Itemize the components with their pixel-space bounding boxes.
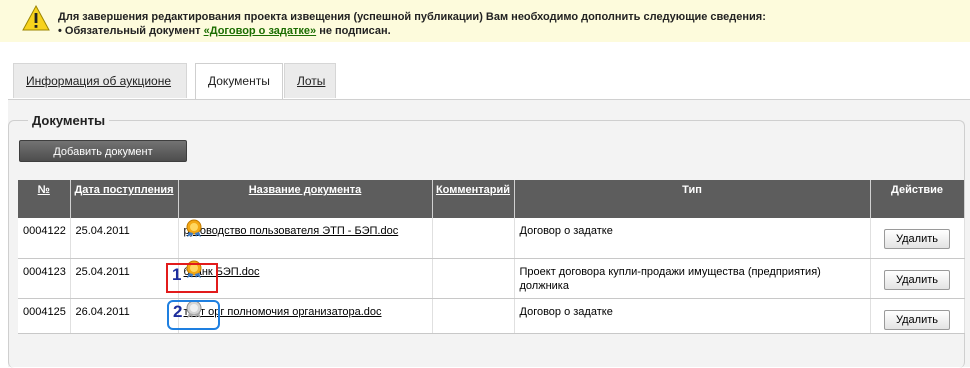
header-comment[interactable]: Комментарий <box>432 180 515 218</box>
cell-num: 0004122 <box>18 218 71 259</box>
cell-num: 0004123 <box>18 258 71 299</box>
table-row: 0004123 25.04.2011 бланк БЭП.doc Проект … <box>18 258 965 299</box>
warning-line-2: • Обязательный документ «Договор о задат… <box>58 24 766 38</box>
cell-type: Договор о задатке <box>514 218 871 259</box>
tab-auction-info[interactable]: Информация об аукционе <box>13 63 187 98</box>
cell-type: Договор о задатке <box>514 298 871 334</box>
warning-suffix: не подписан. <box>316 25 391 37</box>
cell-type: Проект договора купли-продажи имущества … <box>514 258 871 299</box>
header-name[interactable]: Название документа <box>178 180 433 218</box>
cell-name: руководство пользователя ЭТП - БЭП.doc <box>178 218 433 259</box>
add-document-button[interactable]: Добавить документ <box>19 140 187 162</box>
table-header-row: № Дата поступления Название документа Ко… <box>18 180 965 218</box>
tab-documents[interactable]: Документы <box>195 63 283 101</box>
cell-date: 25.04.2011 <box>70 218 179 259</box>
cell-num: 0004125 <box>18 298 71 334</box>
cell-comment <box>432 218 515 259</box>
documents-table: № Дата поступления Название документа Ко… <box>18 180 965 334</box>
document-link[interactable]: руководство пользователя ЭТП - БЭП.doc <box>184 225 399 237</box>
table-row: 0004125 26.04.2011 тест орг полномочия о… <box>18 298 965 334</box>
delete-button[interactable]: Удалить <box>884 270 950 290</box>
annotation-marker-2: 2 <box>173 302 183 321</box>
signature-seal-icon <box>186 219 201 237</box>
cell-action: Удалить <box>870 218 965 259</box>
header-action: Действие <box>870 180 965 218</box>
warning-line-1: Для завершения редактирования проекта из… <box>58 11 766 23</box>
contract-link[interactable]: «Договор о задатке» <box>204 25 317 37</box>
section-title: Документы <box>28 113 110 128</box>
cell-date: 25.04.2011 <box>70 258 179 299</box>
cell-action: Удалить <box>870 298 965 334</box>
warning-prefix: • Обязательный документ <box>58 25 204 37</box>
cell-comment <box>432 258 515 299</box>
cell-action: Удалить <box>870 258 965 299</box>
warning-banner: Для завершения редактирования проекта из… <box>0 0 970 42</box>
header-num[interactable]: № <box>18 180 71 218</box>
warning-icon <box>22 4 50 31</box>
cell-date: 26.04.2011 <box>70 298 179 334</box>
warning-text: Для завершения редактирования проекта из… <box>58 10 766 38</box>
tab-lots[interactable]: Лоты <box>284 63 336 98</box>
delete-button[interactable]: Удалить <box>884 229 950 249</box>
header-type: Тип <box>514 180 871 218</box>
header-date[interactable]: Дата поступления <box>70 180 179 218</box>
cell-comment <box>432 298 515 334</box>
table-row: 0004122 25.04.2011 руководство пользоват… <box>18 218 965 259</box>
annotation-marker-1: 1 <box>172 265 182 284</box>
delete-button[interactable]: Удалить <box>884 310 950 330</box>
